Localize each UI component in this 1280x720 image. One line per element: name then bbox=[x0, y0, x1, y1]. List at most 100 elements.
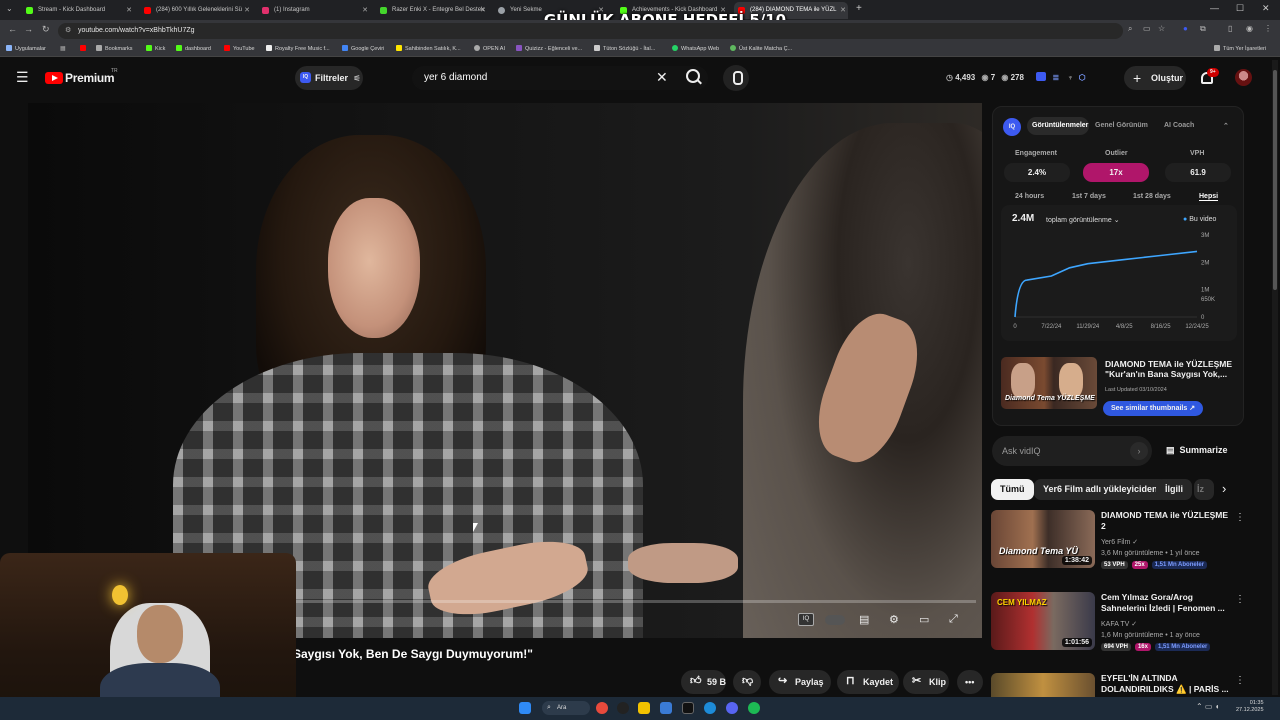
dislike-button[interactable]: 👎︎ bbox=[733, 670, 761, 694]
range-7d[interactable]: 1st 7 days bbox=[1072, 193, 1106, 200]
recommendation-item[interactable]: Diamond Tema YÜ 1:38:42 DIAMOND TEMA ile… bbox=[991, 510, 1245, 580]
recommendation-item[interactable]: CEM YILMAZ 1:01:56 Cem Yılmaz Gora/Arog … bbox=[991, 592, 1245, 662]
zoom-icon[interactable]: ⌕ bbox=[1128, 24, 1132, 34]
recommendation-title[interactable]: DIAMOND TEMA ile YÜZLEŞME 2 bbox=[1101, 510, 1229, 532]
extension-icon[interactable]: ● bbox=[1183, 24, 1188, 33]
browser-tab[interactable]: (284) 600 Yıllık Geleneklerini Sü ✕ bbox=[140, 2, 252, 19]
close-tab-icon[interactable]: ✕ bbox=[362, 2, 368, 19]
bookmark-item[interactable]: Uygulamalar bbox=[6, 45, 46, 52]
bookmark-item[interactable] bbox=[80, 45, 89, 52]
clear-search-icon[interactable]: ✕ bbox=[656, 69, 668, 86]
filters-button[interactable]: IQ Filtreler ⚟ bbox=[295, 66, 363, 90]
bookmark-star-icon[interactable]: ☆ bbox=[1158, 24, 1165, 33]
account-avatar[interactable] bbox=[1235, 69, 1252, 86]
subtitles-icon[interactable]: ▤ bbox=[859, 613, 869, 626]
close-tab-icon[interactable]: ✕ bbox=[126, 2, 132, 19]
share-button[interactable]: ↪ Paylaş bbox=[769, 670, 831, 694]
create-button[interactable]: Oluştur bbox=[1124, 66, 1186, 90]
chrome-menu-icon[interactable]: ⋮ bbox=[1264, 24, 1272, 33]
bookmark-item[interactable]: Tüton Sözlüğü - İtal... bbox=[594, 45, 655, 52]
close-window-icon[interactable]: ✕ bbox=[1262, 3, 1270, 14]
bookmark-item[interactable]: Quizizz - Eğlenceli ve... bbox=[516, 45, 582, 52]
rocket-icon[interactable]: ⬡ bbox=[1079, 73, 1086, 82]
bookmark-item[interactable]: Sahibinden Satılık, K... bbox=[396, 45, 461, 52]
terminal-taskbar-icon[interactable] bbox=[682, 702, 694, 714]
summarize-button[interactable]: ▤ Summarize bbox=[1166, 445, 1228, 456]
vidiq-player-icon[interactable]: IQ bbox=[798, 613, 814, 626]
tab-views[interactable]: Görüntülenmeler bbox=[1032, 122, 1088, 129]
recommendation-title[interactable]: Cem Yılmaz Gora/Arog Sahnelerini İzledi … bbox=[1101, 592, 1229, 614]
channel-row[interactable]: KAFA TV ✓ bbox=[1101, 620, 1137, 628]
forward-icon[interactable]: → bbox=[24, 24, 33, 34]
save-button[interactable]: ⊓ Kaydet bbox=[837, 670, 899, 694]
youtube-logo-icon[interactable] bbox=[45, 72, 63, 84]
bookmark-item[interactable]: Bookmarks bbox=[96, 45, 133, 52]
bookmark-item[interactable]: dashboard bbox=[176, 45, 211, 52]
clip-button[interactable]: ✂ Klip bbox=[903, 670, 949, 694]
bookmark-item[interactable]: Üst Kalite Matcha Ç... bbox=[730, 45, 792, 52]
browser-tab[interactable]: (1) Instagram ✕ bbox=[258, 2, 370, 19]
all-bookmarks-folder[interactable]: Tüm Yer İşaretleri bbox=[1214, 45, 1266, 52]
browser-tab[interactable]: Razer Enki X - Entegre Bel Destek ✕ bbox=[376, 2, 488, 19]
bookmark-item[interactable]: WhatsApp Web bbox=[672, 45, 719, 52]
chrome-taskbar-icon[interactable] bbox=[596, 702, 608, 714]
more-vert-icon[interactable]: ⋮ bbox=[1235, 675, 1241, 686]
microphone-icon[interactable] bbox=[723, 65, 749, 91]
chip-more[interactable]: İz bbox=[1194, 479, 1214, 500]
tab-menu-icon[interactable]: ⌄ bbox=[6, 4, 13, 13]
sidepanel-icon[interactable]: ▯ bbox=[1228, 24, 1232, 33]
settings-gear-icon[interactable]: ⚙ bbox=[889, 613, 899, 626]
youtube-logo-text[interactable]: Premium bbox=[65, 71, 115, 85]
related-video-title[interactable]: DIAMOND TEMA ile YÜZLEŞME "Kur'an'ın Ban… bbox=[1105, 359, 1241, 379]
store-taskbar-icon[interactable] bbox=[660, 702, 672, 714]
like-button[interactable]: 👍︎ 59 B bbox=[681, 670, 726, 694]
bookmark-item[interactable]: OPEN AI bbox=[474, 45, 505, 52]
video-progress-bar[interactable] bbox=[296, 600, 976, 603]
extensions-puzzle-icon[interactable]: ⧉ bbox=[1200, 24, 1206, 34]
app-taskbar-icon[interactable] bbox=[617, 702, 629, 714]
vidiq-badge-icon[interactable] bbox=[1036, 72, 1047, 81]
related-video-thumbnail[interactable]: Diamond Tema YÜZLEŞME bbox=[1001, 357, 1097, 409]
site-info-icon[interactable]: ⚙ bbox=[65, 23, 71, 39]
send-arrow-icon[interactable]: › bbox=[1130, 442, 1148, 460]
minimize-window-icon[interactable]: — bbox=[1210, 3, 1219, 13]
ask-vidiq-input[interactable]: Ask vidIQ bbox=[992, 436, 1152, 466]
taskbar-search[interactable]: ⌕ Ara bbox=[542, 701, 590, 715]
maximize-window-icon[interactable]: ☐ bbox=[1236, 3, 1244, 14]
chips-next-icon[interactable]: › bbox=[1222, 481, 1226, 496]
autoplay-toggle[interactable] bbox=[825, 615, 845, 625]
views-dropdown[interactable]: toplam görüntülenme ⌄ bbox=[1046, 216, 1120, 224]
theater-mode-icon[interactable]: ▭ bbox=[919, 613, 929, 626]
bars-icon[interactable]: ≣ bbox=[1052, 73, 1059, 82]
bookmark-item[interactable]: Google Çeviri bbox=[342, 45, 384, 52]
recommendation-title[interactable]: EYFEL'İN ALTINDA DOLANDIRILDIKS ⚠️ | PAR… bbox=[1101, 673, 1229, 695]
back-icon[interactable]: ← bbox=[8, 24, 17, 34]
collapse-chevron-icon[interactable]: ⌃ bbox=[1223, 122, 1229, 130]
see-similar-thumbnails-button[interactable]: See similar thumbnails ↗ bbox=[1103, 401, 1204, 416]
tab-overview[interactable]: Genel Görünüm bbox=[1095, 122, 1148, 129]
spotify-taskbar-icon[interactable] bbox=[748, 702, 760, 714]
url-field[interactable]: ⚙ youtube.com/watch?v=xBhbTkhU7Zg bbox=[58, 23, 1123, 39]
hamburger-menu-icon[interactable]: ☰ bbox=[16, 69, 29, 86]
search-icon[interactable] bbox=[686, 69, 700, 83]
bookmark-item[interactable]: Kick bbox=[146, 45, 165, 52]
tray-icons[interactable]: ⌃ ▭ ◖ bbox=[1196, 702, 1220, 711]
reload-icon[interactable]: ↻ bbox=[42, 24, 50, 35]
bookmark-item[interactable]: Royalty Free Music f... bbox=[266, 45, 330, 52]
cast-icon[interactable]: ▭ bbox=[1143, 24, 1151, 33]
recommendation-item[interactable]: EYFEL'İN ALTINDA DOLANDIRILDIKS ⚠️ | PAR… bbox=[991, 673, 1241, 697]
tab-ai-coach[interactable]: AI Coach bbox=[1164, 122, 1194, 129]
trophy-icon[interactable]: ♆ bbox=[1067, 73, 1073, 82]
fullscreen-icon[interactable]: ⤢ bbox=[949, 613, 958, 626]
new-tab-icon[interactable]: + bbox=[856, 3, 862, 14]
recommendation-thumbnail[interactable]: CEM YILMAZ 1:01:56 bbox=[991, 592, 1095, 650]
windows-start-icon[interactable] bbox=[519, 702, 531, 714]
recommendation-thumbnail[interactable]: Diamond Tema YÜ 1:38:42 bbox=[991, 510, 1095, 568]
close-tab-icon[interactable]: ✕ bbox=[244, 2, 250, 19]
more-actions-button[interactable]: ••• bbox=[957, 670, 983, 694]
page-scrollbar[interactable] bbox=[1272, 60, 1278, 695]
discord-taskbar-icon[interactable] bbox=[726, 702, 738, 714]
profile-icon[interactable]: ◉ bbox=[1246, 24, 1253, 33]
channel-row[interactable]: Yer6 Film ✓ bbox=[1101, 538, 1138, 546]
taskbar-clock[interactable]: 01:35 27.12.2025 bbox=[1236, 700, 1264, 714]
